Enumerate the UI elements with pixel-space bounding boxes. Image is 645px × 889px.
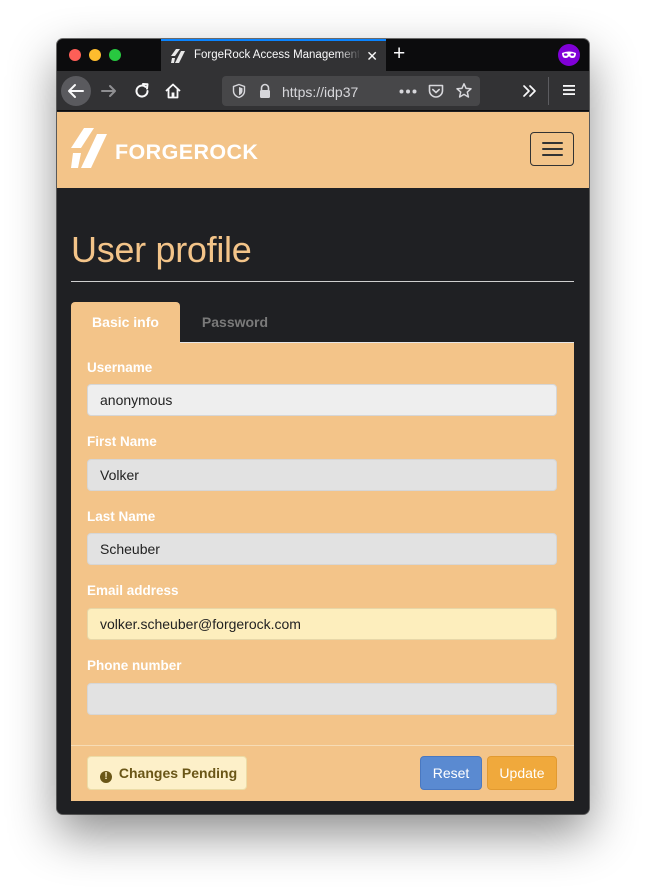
hamburger-bar <box>542 154 563 156</box>
title-divider <box>71 281 574 282</box>
home-icon[interactable] <box>163 81 183 101</box>
tab-password[interactable]: Password <box>180 302 290 343</box>
new-tab-button[interactable]: + <box>393 42 405 66</box>
forward-icon[interactable] <box>99 81 119 101</box>
menu-toggle-button[interactable] <box>530 132 574 166</box>
basic-info-panel: Username First Name Last Name Email addr… <box>71 343 574 801</box>
phone-field[interactable] <box>87 683 557 715</box>
private-browsing-icon <box>558 44 580 66</box>
username-field[interactable] <box>87 384 557 416</box>
changes-pending-indicator[interactable]: ! Changes Pending <box>87 756 247 790</box>
profile-tabs: Basic info Password <box>71 302 574 343</box>
last-name-field[interactable] <box>87 533 557 565</box>
tab-basic-info[interactable]: Basic info <box>71 302 180 343</box>
phone-label: Phone number <box>87 658 182 673</box>
username-label: Username <box>87 360 153 375</box>
pocket-icon[interactable] <box>427 82 445 100</box>
back-button[interactable] <box>61 76 91 106</box>
url-bar[interactable]: https://idp37 <box>222 76 480 106</box>
update-button[interactable]: Update <box>487 756 557 790</box>
email-label: Email address <box>87 583 179 598</box>
url-fade <box>362 80 384 102</box>
site-header: FORGEROCK <box>57 112 589 188</box>
arrow-left-icon <box>68 84 84 98</box>
tab-title-fade <box>339 41 361 71</box>
forgerock-logo-icon[interactable] <box>71 128 111 172</box>
page-content: FORGEROCK User profile Basic info Passwo… <box>57 112 589 814</box>
toolbar-separator <box>548 77 549 105</box>
reset-button[interactable]: Reset <box>420 756 482 790</box>
form-footer: ! Changes Pending Reset Update <box>71 745 574 801</box>
browser-tab-title: ForgeRock Access Management <box>194 49 359 61</box>
page-title: User profile <box>71 229 252 270</box>
email-field[interactable] <box>87 608 557 640</box>
last-name-label: Last Name <box>87 509 156 524</box>
first-name-label: First Name <box>87 434 157 449</box>
lock-icon[interactable] <box>258 83 272 99</box>
close-window-button[interactable] <box>69 49 81 61</box>
hamburger-bar <box>542 148 563 150</box>
app-menu-icon[interactable] <box>562 83 576 97</box>
exclamation-circle-icon: ! <box>100 771 112 783</box>
more-actions-icon[interactable] <box>399 89 417 94</box>
browser-window: ForgeRock Access Management ✕ + https://… <box>57 39 589 814</box>
tab-close-icon[interactable]: ✕ <box>366 49 378 63</box>
reload-icon[interactable] <box>132 81 152 101</box>
changes-pending-label: Changes Pending <box>118 765 238 781</box>
first-name-field[interactable] <box>87 459 557 491</box>
minimize-window-button[interactable] <box>89 49 101 61</box>
shield-icon[interactable] <box>231 83 247 99</box>
forgerock-favicon-icon <box>171 49 185 63</box>
overflow-chevrons-icon[interactable] <box>521 82 539 100</box>
browser-tab-active[interactable]: ForgeRock Access Management ✕ <box>161 39 386 71</box>
brand-name[interactable]: FORGEROCK <box>115 140 258 165</box>
mask-icon <box>562 51 576 58</box>
zoom-window-button[interactable] <box>109 49 121 61</box>
navigation-toolbar: https://idp37 <box>57 71 589 111</box>
bookmark-star-icon[interactable] <box>455 82 473 100</box>
hamburger-bar <box>542 142 563 144</box>
tab-strip: ForgeRock Access Management ✕ + <box>57 39 589 71</box>
